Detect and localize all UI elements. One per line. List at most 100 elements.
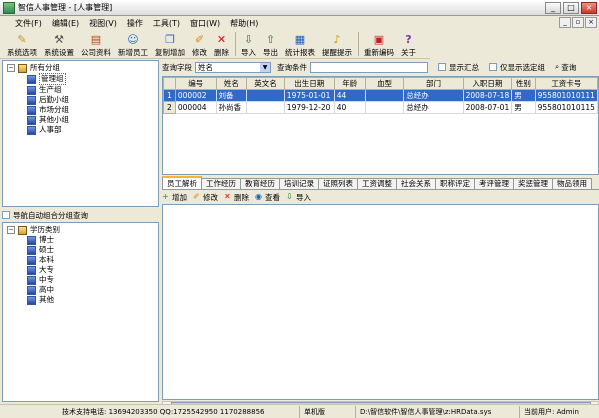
tree-item[interactable]: 生产组 bbox=[7, 85, 154, 95]
tab-work-history[interactable]: 工作经历 bbox=[201, 178, 241, 189]
detail-delete-button[interactable]: ✕ 删除 bbox=[224, 192, 249, 203]
close-button[interactable]: × bbox=[581, 2, 597, 14]
menu-tools[interactable]: 工具(T) bbox=[148, 18, 185, 29]
tab-rewards-penalties[interactable]: 奖惩管理 bbox=[513, 178, 553, 189]
grid-cell[interactable]: 1979-12-20 bbox=[283, 101, 335, 114]
tree-item[interactable]: 大专 bbox=[7, 265, 154, 275]
menu-file[interactable]: 文件(F) bbox=[10, 18, 47, 29]
grid-cell[interactable] bbox=[364, 101, 405, 114]
toolbar-edit-button[interactable]: ✐ 修改 bbox=[189, 30, 210, 58]
tab-certificates[interactable]: 证照列表 bbox=[318, 178, 358, 189]
toolbar-company-info-button[interactable]: ▤ 公司资料 bbox=[78, 30, 114, 58]
menu-view[interactable]: 视图(V) bbox=[84, 18, 122, 29]
menu-edit[interactable]: 编辑(E) bbox=[47, 18, 84, 29]
toolbar-copy-add-button[interactable]: ❐ 复制增加 bbox=[152, 30, 188, 58]
tab-education[interactable]: 教育经历 bbox=[240, 178, 280, 189]
column-header[interactable]: 血型 bbox=[364, 77, 405, 90]
collapse-icon[interactable]: − bbox=[7, 226, 15, 234]
column-header[interactable]: 入职日期 bbox=[462, 77, 513, 90]
grid-cell[interactable]: 孙尚香 bbox=[215, 101, 248, 114]
tree-item[interactable]: 其他小组 bbox=[7, 115, 154, 125]
toolbar-delete-button[interactable]: ✕ 删除 bbox=[211, 30, 232, 58]
grid-cell[interactable] bbox=[364, 89, 405, 102]
tab-item-requisition[interactable]: 物品领用 bbox=[552, 178, 592, 189]
toolbar-import-button[interactable]: ⇩ 导入 bbox=[238, 30, 259, 58]
grid-cell[interactable]: 000002 bbox=[174, 89, 217, 102]
maximize-button[interactable]: □ bbox=[563, 2, 579, 14]
tab-assessment[interactable]: 考评管理 bbox=[474, 178, 514, 189]
column-header[interactable]: 工资卡号 bbox=[534, 77, 598, 90]
grid-cell[interactable]: 刘备 bbox=[215, 89, 248, 102]
grid-cell[interactable] bbox=[246, 101, 285, 114]
grid-cell[interactable]: 40 bbox=[333, 101, 366, 114]
column-header[interactable]: 编号 bbox=[174, 77, 217, 90]
tree-item[interactable]: 其他 bbox=[7, 295, 154, 305]
tree-item[interactable]: 后勤小组 bbox=[7, 95, 154, 105]
grid-cell[interactable]: 男 bbox=[511, 101, 536, 114]
column-header[interactable]: 英文名 bbox=[246, 77, 285, 90]
grid-cell[interactable]: 男 bbox=[511, 89, 536, 102]
tab-employee-analysis[interactable]: 员工解析 bbox=[162, 176, 202, 189]
grid-cell[interactable]: 44 bbox=[333, 89, 366, 102]
toolbar-system-settings-button[interactable]: ⚒ 系统设置 bbox=[41, 30, 77, 58]
tab-training[interactable]: 培训记录 bbox=[279, 178, 319, 189]
mdi-close-button[interactable]: × bbox=[585, 17, 597, 28]
tab-salary-adjust[interactable]: 工资调整 bbox=[357, 178, 397, 189]
detail-add-button[interactable]: + 增加 bbox=[162, 192, 187, 203]
detail-import-button[interactable]: ⇩ 导入 bbox=[286, 192, 311, 203]
toolbar-reminder-button[interactable]: ♪ 提醒提示 bbox=[319, 30, 355, 58]
query-condition-input[interactable] bbox=[310, 61, 428, 73]
mdi-restore-button[interactable]: ▫ bbox=[572, 17, 584, 28]
grid-cell[interactable]: 总经办 bbox=[403, 89, 464, 102]
table-row[interactable]: 1 000002 刘备 1975-01-01 44 总经办 2008-07-18… bbox=[163, 89, 598, 102]
grid-cell[interactable] bbox=[246, 89, 285, 102]
tree-item[interactable]: 硕士 bbox=[7, 245, 154, 255]
menu-action[interactable]: 操作 bbox=[122, 18, 148, 29]
grid-cell[interactable]: 总经办 bbox=[403, 101, 464, 114]
category-icon bbox=[27, 265, 36, 275]
grid-cell[interactable]: 1975-01-01 bbox=[283, 89, 335, 102]
menu-help[interactable]: 帮助(H) bbox=[225, 18, 263, 29]
tab-title-evaluation[interactable]: 职称评定 bbox=[435, 178, 475, 189]
auto-group-checkbox[interactable] bbox=[2, 211, 10, 219]
grid-cell[interactable]: 2008-07-18 bbox=[462, 89, 513, 102]
toolbar-system-options-button[interactable]: ✎ 系统选项 bbox=[4, 30, 40, 58]
tree-root-all-groups[interactable]: − 所有分组 bbox=[7, 63, 154, 73]
tree-root-education[interactable]: − 学历类别 bbox=[7, 225, 154, 235]
grid-cell[interactable]: 955801010115 bbox=[534, 101, 598, 114]
group-icon bbox=[27, 125, 36, 135]
column-header[interactable]: 出生日期 bbox=[283, 77, 335, 90]
tree-item[interactable]: 中专 bbox=[7, 275, 154, 285]
detail-view-button[interactable]: ◉ 查看 bbox=[255, 192, 280, 203]
tree-item[interactable]: 本科 bbox=[7, 255, 154, 265]
table-row[interactable]: 2 000004 孙尚香 1979-12-20 40 总经办 2008-07-0… bbox=[163, 101, 598, 114]
column-header[interactable]: 年龄 bbox=[333, 77, 366, 90]
minimize-button[interactable]: _ bbox=[545, 2, 561, 14]
toolbar-report-button[interactable]: ▦ 统计报表 bbox=[282, 30, 318, 58]
grid-cell[interactable]: 000004 bbox=[174, 101, 217, 114]
collapse-icon[interactable]: − bbox=[7, 64, 15, 72]
query-field-select[interactable]: 姓名 ▼ bbox=[195, 61, 271, 73]
detail-edit-button[interactable]: ✐ 修改 bbox=[193, 192, 218, 203]
search-button[interactable]: ⌕ 查询 bbox=[555, 62, 576, 73]
column-header[interactable]: 部门 bbox=[403, 77, 464, 90]
tree-item[interactable]: 博士 bbox=[7, 235, 154, 245]
tree-item[interactable]: 人事部 bbox=[7, 125, 154, 135]
toolbar-new-employee-button[interactable]: ☺ 新增员工 bbox=[115, 30, 151, 58]
tree-item[interactable]: 高中 bbox=[7, 285, 154, 295]
toolbar-export-button[interactable]: ⇧ 导出 bbox=[260, 30, 281, 58]
mdi-minimize-button[interactable]: _ bbox=[559, 17, 571, 28]
grid-cell[interactable]: 2008-07-01 bbox=[462, 101, 513, 114]
toolbar-about-button[interactable]: ? 关于 bbox=[398, 30, 419, 58]
menu-window[interactable]: 窗口(W) bbox=[185, 18, 225, 29]
toolbar-recode-button[interactable]: ▣ 重新编码 bbox=[361, 30, 397, 58]
tree-item[interactable]: 市场分组 bbox=[7, 105, 154, 115]
auto-group-query-toggle[interactable]: 导航自动组合分组查询 bbox=[2, 209, 159, 221]
grid-cell[interactable]: 955801010111 bbox=[534, 89, 598, 102]
tree-item[interactable]: 管理组 bbox=[7, 73, 154, 85]
tab-social-relations[interactable]: 社会关系 bbox=[396, 178, 436, 189]
column-header[interactable]: 性别 bbox=[511, 77, 536, 90]
show-selected-only-checkbox[interactable] bbox=[489, 63, 497, 71]
column-header[interactable]: 姓名 bbox=[215, 77, 248, 90]
show-summary-checkbox[interactable] bbox=[438, 63, 446, 71]
